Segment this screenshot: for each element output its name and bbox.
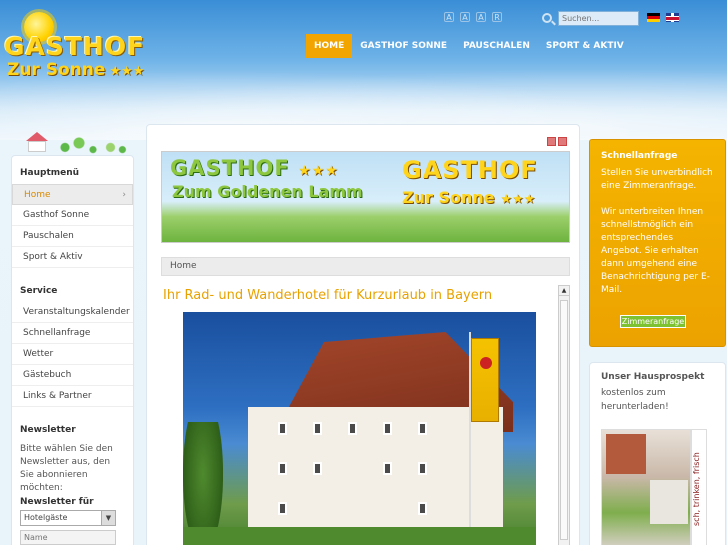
newsletter-title: Newsletter bbox=[20, 425, 76, 435]
brochure-box: Unser Hausprospekt kostenlos zum herunte… bbox=[589, 362, 726, 545]
newsletter-select-value: Hotelgäste bbox=[24, 513, 68, 522]
font-tool-3[interactable]: A bbox=[476, 12, 486, 22]
main-content: GASTHOF ★★★ Zum Goldenen Lamm GASTHOF Zu… bbox=[146, 124, 580, 545]
sidebar-item-wetter[interactable]: Wetter bbox=[12, 344, 133, 365]
banner-left-stars: ★★★ bbox=[298, 163, 339, 179]
search-icon[interactable] bbox=[542, 13, 552, 23]
top-navigation: HOME GASTHOF SONNE PAUSCHALEN SPORT & AK… bbox=[306, 34, 632, 58]
plants-decoration bbox=[58, 132, 128, 154]
quick-request-title: Schnellanfrage bbox=[601, 151, 678, 161]
window-buttons bbox=[547, 137, 567, 146]
font-tool-1[interactable]: A bbox=[444, 12, 454, 22]
sidebar-item-sport-aktiv[interactable]: Sport & Aktiv bbox=[12, 247, 133, 268]
service-menu: Veranstaltungskalender Schnellanfrage We… bbox=[12, 302, 133, 407]
sidebar-item-veranstaltungskalender[interactable]: Veranstaltungskalender bbox=[12, 302, 133, 323]
house-icon bbox=[26, 132, 48, 152]
brochure-strip-text: sch, trinken, frisch bbox=[691, 429, 707, 545]
font-tool-4[interactable]: R bbox=[492, 12, 502, 22]
site-logo[interactable]: GASTHOF Zur Sonne ★★★ bbox=[4, 4, 174, 84]
newsletter-text: Bitte wählen Sie den Newsletter aus, den… bbox=[20, 444, 113, 493]
sidebar-item-home[interactable]: Home bbox=[12, 184, 133, 206]
font-tool-2[interactable]: A bbox=[460, 12, 470, 22]
banner-left-subtitle: Zum Goldenen Lamm bbox=[172, 182, 363, 201]
quick-request-text1: Stellen Sie unverbindlich eine Zimmeranf… bbox=[601, 168, 713, 191]
minimize-icon[interactable] bbox=[547, 137, 556, 146]
newsletter-name-field[interactable] bbox=[20, 530, 116, 545]
page-title: Ihr Rad- und Wanderhotel für Kurzurlaub … bbox=[163, 288, 493, 303]
brochure-text: kostenlos zum herunterladen! bbox=[601, 388, 669, 412]
close-icon[interactable] bbox=[558, 137, 567, 146]
scroll-up-icon[interactable]: ▲ bbox=[559, 286, 569, 296]
logo-line1: GASTHOF bbox=[4, 32, 146, 61]
nav-sport-aktiv[interactable]: SPORT & AKTIV bbox=[538, 34, 632, 58]
banner-right-stars: ★★★ bbox=[500, 192, 536, 207]
sidebar-item-links-partner[interactable]: Links & Partner bbox=[12, 386, 133, 407]
search-input[interactable] bbox=[558, 11, 639, 26]
font-size-tools: A A A R bbox=[444, 12, 502, 22]
brochure-image[interactable] bbox=[601, 429, 691, 545]
newsletter-select[interactable]: Hotelgäste ▼ bbox=[20, 510, 116, 526]
sidebar-item-pauschalen[interactable]: Pauschalen bbox=[12, 226, 133, 247]
banner-right-subtitle: Zur Sonne ★★★ bbox=[402, 188, 535, 207]
quick-request-box: Schnellanfrage Stellen Sie unverbindlich… bbox=[589, 139, 726, 347]
sidebar-item-gasthof-sonne[interactable]: Gasthof Sonne bbox=[12, 205, 133, 226]
banner-right-title: GASTHOF bbox=[402, 156, 538, 184]
banner-left-title-text: GASTHOF bbox=[170, 156, 290, 180]
english-flag-icon[interactable] bbox=[666, 13, 679, 22]
german-flag-icon[interactable] bbox=[647, 13, 660, 22]
left-sidebar: Hauptmenü Home Gasthof Sonne Pauschalen … bbox=[11, 155, 134, 545]
room-request-button[interactable]: Zimmeranfrage bbox=[620, 315, 686, 328]
service-title: Service bbox=[20, 286, 58, 296]
logo-stars: ★★★ bbox=[109, 64, 145, 79]
scroll-thumb[interactable] bbox=[560, 300, 568, 540]
quick-request-text2: Wir unterbreiten Ihnen schnellstmöglich … bbox=[601, 207, 710, 295]
nav-gasthof-sonne[interactable]: GASTHOF SONNE bbox=[352, 34, 455, 58]
sidebar-item-gaestebuch[interactable]: Gästebuch bbox=[12, 365, 133, 386]
sidebar-item-schnellanfrage[interactable]: Schnellanfrage bbox=[12, 323, 133, 344]
banner-left-title: GASTHOF ★★★ bbox=[170, 156, 339, 180]
brochure-title: Unser Hausprospekt bbox=[601, 372, 705, 382]
logo-line2: Zur Sonne ★★★ bbox=[7, 60, 144, 80]
hotel-banner: GASTHOF ★★★ Zum Goldenen Lamm GASTHOF Zu… bbox=[161, 151, 570, 243]
content-scrollbar[interactable]: ▲ bbox=[558, 285, 570, 545]
nav-home[interactable]: HOME bbox=[306, 34, 353, 58]
banner-right-subtitle-text: Zur Sonne bbox=[402, 188, 495, 207]
main-menu-title: Hauptmenü bbox=[20, 168, 80, 178]
hotel-photo bbox=[183, 312, 536, 545]
main-menu: Home Gasthof Sonne Pauschalen Sport & Ak… bbox=[12, 184, 133, 268]
logo-line2-text: Zur Sonne bbox=[7, 60, 106, 80]
breadcrumb[interactable]: Home bbox=[161, 257, 570, 276]
chevron-down-icon: ▼ bbox=[101, 511, 115, 525]
nav-pauschalen[interactable]: PAUSCHALEN bbox=[455, 34, 538, 58]
newsletter-label: Newsletter für bbox=[20, 497, 94, 507]
